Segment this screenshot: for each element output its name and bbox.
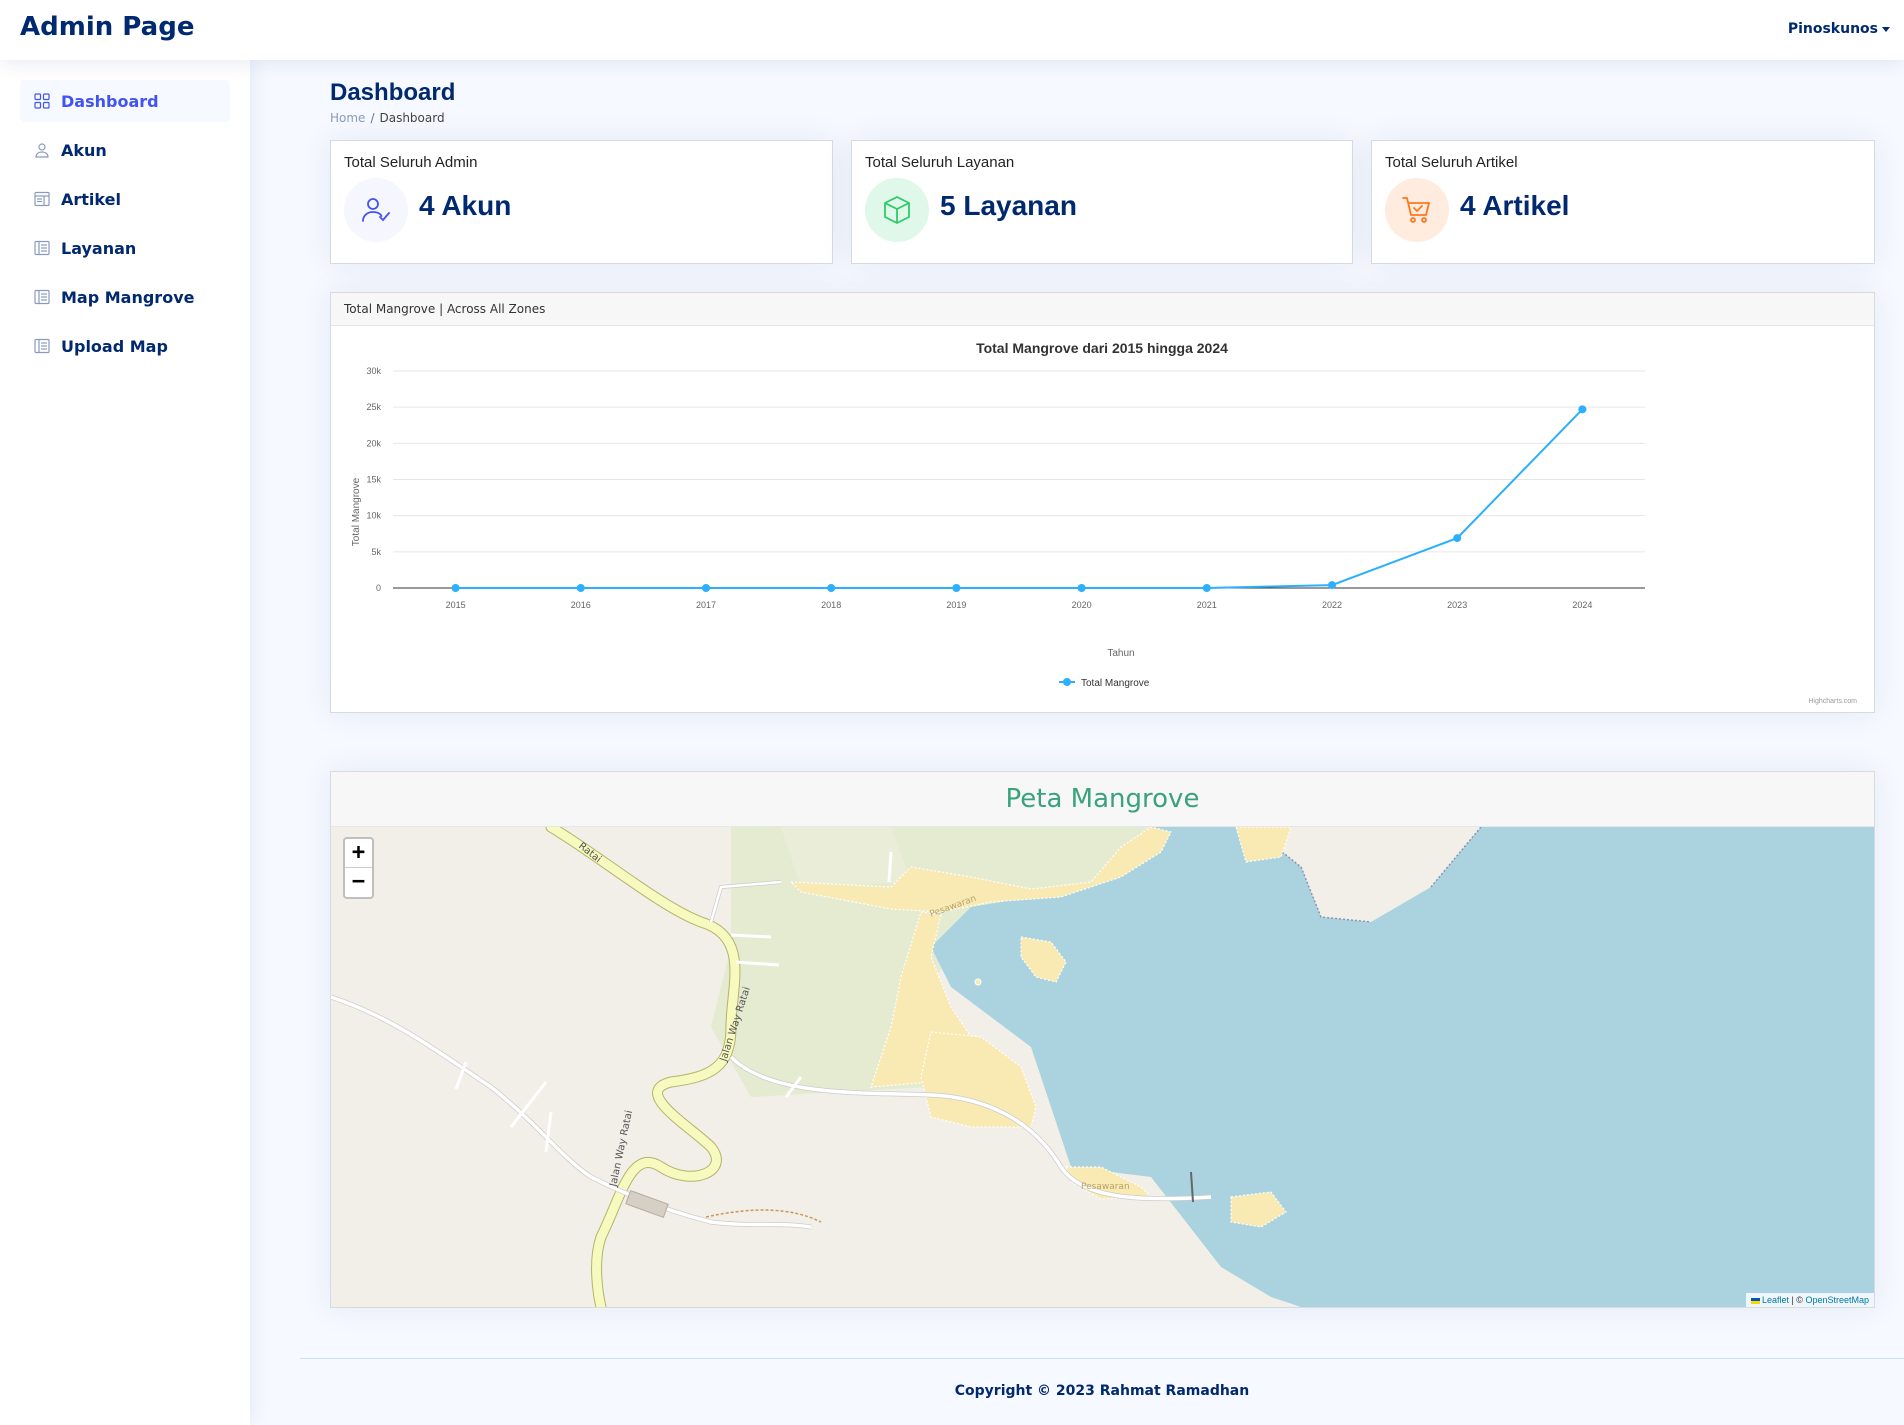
box-icon <box>884 196 910 224</box>
y-tick-label: 20k <box>366 438 381 448</box>
data-point[interactable] <box>1453 534 1462 543</box>
openstreetmap-link[interactable]: OpenStreetMap <box>1805 1295 1869 1305</box>
sidebar-item-label: Dashboard <box>61 92 159 111</box>
data-point[interactable] <box>702 584 710 592</box>
y-tick-label: 0 <box>376 583 381 593</box>
app-logo[interactable]: Admin Page <box>20 12 194 42</box>
zoom-control: + − <box>343 837 374 899</box>
leaflet-link[interactable]: Leaflet <box>1762 1295 1789 1305</box>
footer-divider <box>300 1358 1904 1359</box>
stat-icon-wrapper <box>1385 178 1449 242</box>
x-tick-label: 2018 <box>821 600 841 610</box>
breadcrumb: Home / Dashboard <box>330 111 445 125</box>
data-point[interactable] <box>576 584 585 592</box>
data-point[interactable] <box>827 584 836 592</box>
chart-card-header: Total Mangrove | Across All Zones <box>331 293 1874 326</box>
layout-text-sidebar-icon <box>34 338 50 354</box>
x-tick-label: 2022 <box>1322 600 1342 610</box>
chart-title: Total Mangrove dari 2015 hingga 2024 <box>976 340 1228 356</box>
x-tick-label: 2017 <box>696 600 716 610</box>
x-tick-label: 2021 <box>1197 600 1217 610</box>
breadcrumb-current: Dashboard <box>379 111 445 125</box>
stat-card-admin: Total Seluruh Admin 4 Akun <box>330 140 833 264</box>
sidebar-item-label: Upload Map <box>61 337 168 356</box>
sidebar: Dashboard Akun Artikel Layanan Map Mangr… <box>0 60 250 1425</box>
stat-title: Total Seluruh Admin <box>344 154 478 171</box>
ukraine-flag-icon <box>1750 1297 1760 1304</box>
layout-text-sidebar-icon <box>34 289 50 305</box>
x-tick-label: 2019 <box>946 600 966 610</box>
y-tick-label: 15k <box>366 475 381 485</box>
top-header: Admin Page Pinoskunos <box>0 0 1904 60</box>
data-point[interactable] <box>1328 581 1336 590</box>
sidebar-item-label: Map Mangrove <box>61 288 195 307</box>
sidebar-item-label: Akun <box>61 141 107 160</box>
stat-value: 4 Akun <box>419 190 512 221</box>
stat-value: 5 Layanan <box>940 190 1077 221</box>
chevron-down-icon <box>1882 26 1890 32</box>
page-title: Dashboard <box>330 79 456 106</box>
zoom-in-button[interactable]: + <box>345 839 372 868</box>
data-point[interactable] <box>1202 584 1211 592</box>
map-title: Peta Mangrove <box>1005 784 1200 814</box>
x-tick-label: 2023 <box>1447 600 1467 610</box>
layout-text-window-icon <box>34 191 50 207</box>
data-point[interactable] <box>1578 405 1587 414</box>
map-card: Peta Mangrove Ratai Jalan Way Ratai Jala… <box>330 771 1875 1308</box>
sidebar-item-map-mangrove[interactable]: Map Mangrove <box>20 276 230 318</box>
x-axis-label: Tahun <box>1107 648 1134 659</box>
legend-item-total-mangrove[interactable]: Total Mangrove <box>1081 678 1150 689</box>
stat-title: Total Seluruh Artikel <box>1385 154 1518 171</box>
y-tick-label: 10k <box>366 511 381 521</box>
legend-point-marker <box>1063 678 1071 686</box>
stat-card-artikel: Total Seluruh Artikel 4 Artikel <box>1371 140 1875 264</box>
zoom-out-button[interactable]: − <box>345 868 372 897</box>
people-check-icon <box>362 198 390 222</box>
layout-text-sidebar-icon <box>34 240 50 256</box>
x-tick-label: 2015 <box>446 600 466 610</box>
attribution-separator: | © <box>1788 1295 1806 1305</box>
stat-value: 4 Artikel <box>1460 190 1570 221</box>
map-card-header: Peta Mangrove <box>331 772 1874 827</box>
map-tiles[interactable]: Ratai Jalan Way Ratai Jalan Way Ratai Pe… <box>331 827 1874 1307</box>
stat-icon-wrapper <box>865 178 929 242</box>
series-line <box>455 408 1584 589</box>
y-axis-label: Total Mangrove <box>351 477 362 546</box>
x-tick-label: 2016 <box>571 600 591 610</box>
sidebar-item-label: Layanan <box>61 239 137 258</box>
data-point[interactable] <box>1077 584 1086 592</box>
person-icon <box>35 143 49 158</box>
y-tick-label: 30k <box>366 366 381 376</box>
data-point[interactable] <box>952 584 961 592</box>
chart-card-title: Total Mangrove | Across All Zones <box>344 302 546 316</box>
sidebar-item-artikel[interactable]: Artikel <box>20 178 230 220</box>
map-attribution: Leaflet | © OpenStreetMap <box>1745 1293 1874 1307</box>
sidebar-item-label: Artikel <box>61 190 121 209</box>
chart-credits[interactable]: Highcharts.com <box>1808 698 1857 705</box>
sidebar-item-layanan[interactable]: Layanan <box>20 227 230 269</box>
x-tick-label: 2024 <box>1572 600 1592 610</box>
y-tick-label: 5k <box>371 547 381 557</box>
line-chart[interactable]: Total Mangrove dari 2015 hingga 2024 0 5k… <box>331 326 1874 712</box>
footer-copyright: Copyright © 2023 Rahmat Ramadhan <box>954 1383 1250 1399</box>
user-name: Pinoskunos <box>1787 21 1878 37</box>
sidebar-item-upload-map[interactable]: Upload Map <box>20 325 230 367</box>
data-point[interactable] <box>451 584 460 592</box>
cart-check-icon <box>1402 197 1430 223</box>
chart-legend[interactable]: Total Mangrove <box>1059 678 1150 689</box>
stat-icon-wrapper <box>344 178 408 242</box>
grid-icon <box>34 93 50 109</box>
leaflet-map[interactable]: Ratai Jalan Way Ratai Jalan Way Ratai Pe… <box>331 827 1874 1307</box>
breadcrumb-home-link[interactable]: Home <box>330 111 365 125</box>
y-tick-label: 25k <box>366 402 381 412</box>
map-label-place: Pesawaran <box>1081 1182 1130 1192</box>
stat-title: Total Seluruh Layanan <box>865 154 1015 171</box>
chart-card: Total Mangrove | Across All Zones Total … <box>330 292 1875 713</box>
x-tick-label: 2020 <box>1072 600 1092 610</box>
stat-card-layanan: Total Seluruh Layanan 5 Layanan <box>851 140 1353 264</box>
user-menu-toggle[interactable]: Pinoskunos <box>1788 21 1890 37</box>
sidebar-item-dashboard[interactable]: Dashboard <box>20 80 230 122</box>
sidebar-item-akun[interactable]: Akun <box>20 129 230 171</box>
breadcrumb-separator: / <box>370 111 375 125</box>
